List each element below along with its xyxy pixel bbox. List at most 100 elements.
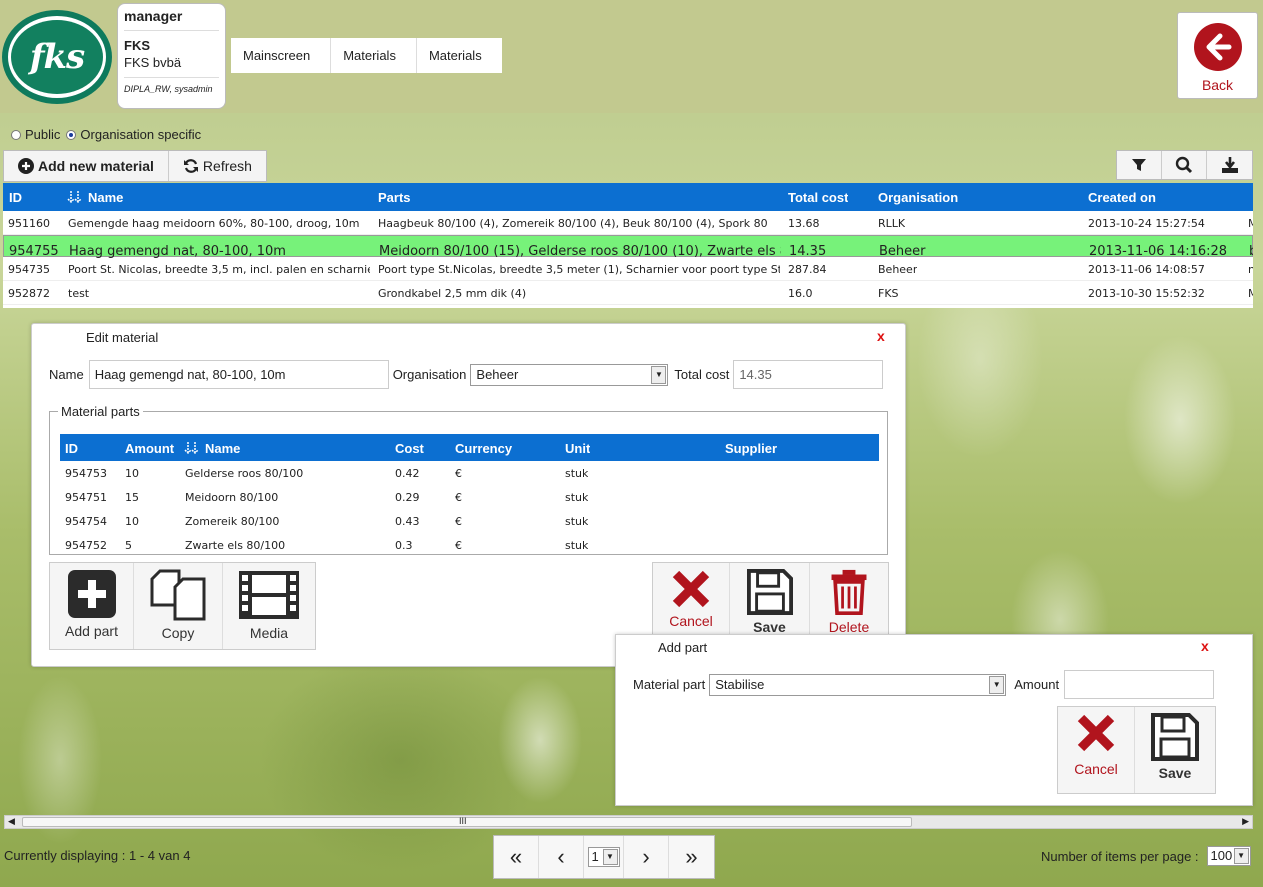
scrollbar-thumb[interactable]: III (22, 816, 912, 827)
table-row[interactable]: 954754 10 Zomereik 80/100 0.43 € stuk (60, 509, 879, 533)
cancel-label: Cancel (669, 613, 713, 629)
breadcrumb-item-materials[interactable]: Materials (331, 38, 417, 73)
scroll-left-icon[interactable]: ◀ (8, 816, 15, 827)
col-id[interactable]: ID (9, 190, 22, 205)
download-icon (1221, 157, 1238, 173)
chevron-down-icon[interactable]: ▼ (651, 365, 667, 384)
table-row-selected[interactable]: 954755 Haag gemengd nat, 80-100, 10m Mei… (3, 235, 1253, 259)
col-total-cost[interactable]: Total cost (788, 190, 848, 205)
company-logo: fks (2, 10, 112, 104)
cell-name: test (68, 287, 90, 300)
amount-input[interactable] (1064, 670, 1215, 699)
breadcrumb-item-materials-current[interactable]: Materials (417, 38, 502, 73)
table-row[interactable]: 954735 Poort St. Nicolas, breedte 3,5 m,… (3, 257, 1253, 281)
close-icon[interactable]: x (1201, 638, 1209, 654)
table-row[interactable]: 954751 15 Meidoorn 80/100 0.29 € stuk (60, 485, 879, 509)
chevron-right-icon: › (642, 844, 650, 869)
refresh-button[interactable]: Refresh (169, 151, 266, 181)
table-row[interactable]: 954753 10 Gelderse roos 80/100 0.42 € st… (60, 461, 879, 485)
filter-button[interactable] (1117, 151, 1162, 179)
back-button[interactable]: Back (1177, 12, 1258, 99)
cell-currency: € (455, 467, 462, 480)
save-button[interactable]: Save (1135, 707, 1215, 793)
plus-circle-icon (18, 158, 34, 174)
cell-org: Beheer (878, 263, 918, 276)
film-icon (239, 571, 299, 619)
material-actions: Cancel Save Delete (652, 562, 889, 636)
cell-id: 954735 (8, 263, 50, 276)
prev-page-button[interactable]: ‹ (539, 836, 584, 878)
close-icon (1077, 714, 1115, 752)
col-parts[interactable]: Parts (378, 190, 411, 205)
pagination: « ‹ 1 ▼ › » (493, 835, 715, 879)
cell-created: 2013-10-24 15:27:54 (1088, 217, 1205, 230)
cell-extra: n (1248, 263, 1253, 276)
add-material-button[interactable]: Add new material (4, 151, 169, 181)
copy-button[interactable]: Copy (134, 563, 223, 649)
scroll-right-icon[interactable]: ▶ (1242, 816, 1249, 827)
sort-icon[interactable] (184, 441, 200, 458)
col-id[interactable]: ID (65, 441, 78, 456)
download-button[interactable] (1207, 151, 1252, 179)
col-name[interactable]: Name (88, 190, 123, 205)
items-per-page-label: Number of items per page : (1041, 848, 1199, 864)
organisation-label: Organisation (392, 367, 467, 382)
cell-id: 952872 (8, 287, 50, 300)
parts-actions: Add part Copy Media (49, 562, 316, 650)
cell-created: 2013-11-06 14:08:57 (1088, 263, 1205, 276)
save-button[interactable]: Save (730, 563, 810, 635)
delete-button[interactable]: Delete (810, 563, 888, 635)
cancel-button[interactable]: Cancel (1058, 707, 1135, 793)
chevron-left-icon: ‹ (557, 844, 565, 869)
table-row[interactable]: 954752 5 Zwarte els 80/100 0.3 € stuk (60, 533, 879, 557)
last-page-button[interactable]: » (669, 836, 714, 878)
organisation-select[interactable]: Beheer ▼ (470, 363, 669, 386)
items-per-page-select[interactable]: 100 ▼ (1206, 846, 1251, 866)
col-organisation[interactable]: Organisation (878, 190, 958, 205)
add-part-button[interactable]: Add part (50, 563, 134, 649)
save-label: Save (1158, 765, 1192, 781)
sort-icon[interactable] (67, 190, 83, 207)
back-arrow-icon (1193, 23, 1242, 71)
breadcrumb-item-mainscreen[interactable]: Mainscreen (231, 38, 332, 73)
radio-organisation-specific[interactable]: Organisation specific (66, 127, 201, 142)
cell-id: 954753 (65, 467, 107, 480)
page-select[interactable]: 1 ▼ (587, 847, 620, 867)
horizontal-scrollbar[interactable]: ◀ III ▶ (4, 815, 1253, 829)
chevron-down-icon[interactable]: ▼ (602, 849, 618, 865)
col-cost[interactable]: Cost (395, 441, 424, 456)
media-button[interactable]: Media (223, 563, 315, 649)
col-amount[interactable]: Amount (125, 441, 174, 456)
col-created-on[interactable]: Created on (1088, 190, 1156, 205)
radio-public[interactable]: Public (11, 127, 60, 142)
parts-grid-header: ID Amount Name Cost Currency Unit Suppli… (60, 434, 879, 461)
delete-label: Delete (828, 619, 870, 635)
cell-unit: stuk (565, 467, 589, 480)
search-button[interactable] (1162, 151, 1207, 179)
items-per-page-value: 100 (1210, 848, 1233, 863)
table-row[interactable]: 952872 test Grondkabel 2,5 mm dik (4) 16… (3, 281, 1253, 305)
name-input[interactable]: Haag gemengd nat, 80-100, 10m (88, 360, 389, 389)
save-icon (746, 569, 793, 615)
material-part-select[interactable]: Stabilise ▼ (709, 673, 1007, 696)
cell-id: 954752 (65, 539, 107, 552)
cell-currency: € (455, 515, 462, 528)
col-name[interactable]: Name (205, 441, 240, 456)
next-page-button[interactable]: › (624, 836, 669, 878)
cancel-button[interactable]: Cancel (653, 563, 730, 635)
radio-public-dot[interactable] (11, 129, 21, 140)
cell-currency: € (455, 539, 462, 552)
trash-icon (831, 569, 867, 615)
close-icon[interactable]: x (877, 328, 885, 344)
refresh-label: Refresh (202, 158, 252, 174)
chevron-down-icon[interactable]: ▼ (989, 675, 1005, 694)
table-row[interactable]: 951160 Gemengde haag meidoorn 60%, 80-10… (3, 211, 1253, 235)
col-unit[interactable]: Unit (565, 441, 590, 456)
first-page-button[interactable]: « (494, 836, 539, 878)
user-account: DIPLA_RW, sysadmin (124, 84, 213, 94)
radio-organisation-dot[interactable] (66, 129, 77, 140)
col-currency[interactable]: Currency (455, 441, 512, 456)
col-supplier[interactable]: Supplier (725, 441, 777, 456)
items-per-page: Number of items per page : 100 ▼ (1041, 846, 1251, 866)
chevron-down-icon[interactable]: ▼ (1233, 848, 1249, 864)
